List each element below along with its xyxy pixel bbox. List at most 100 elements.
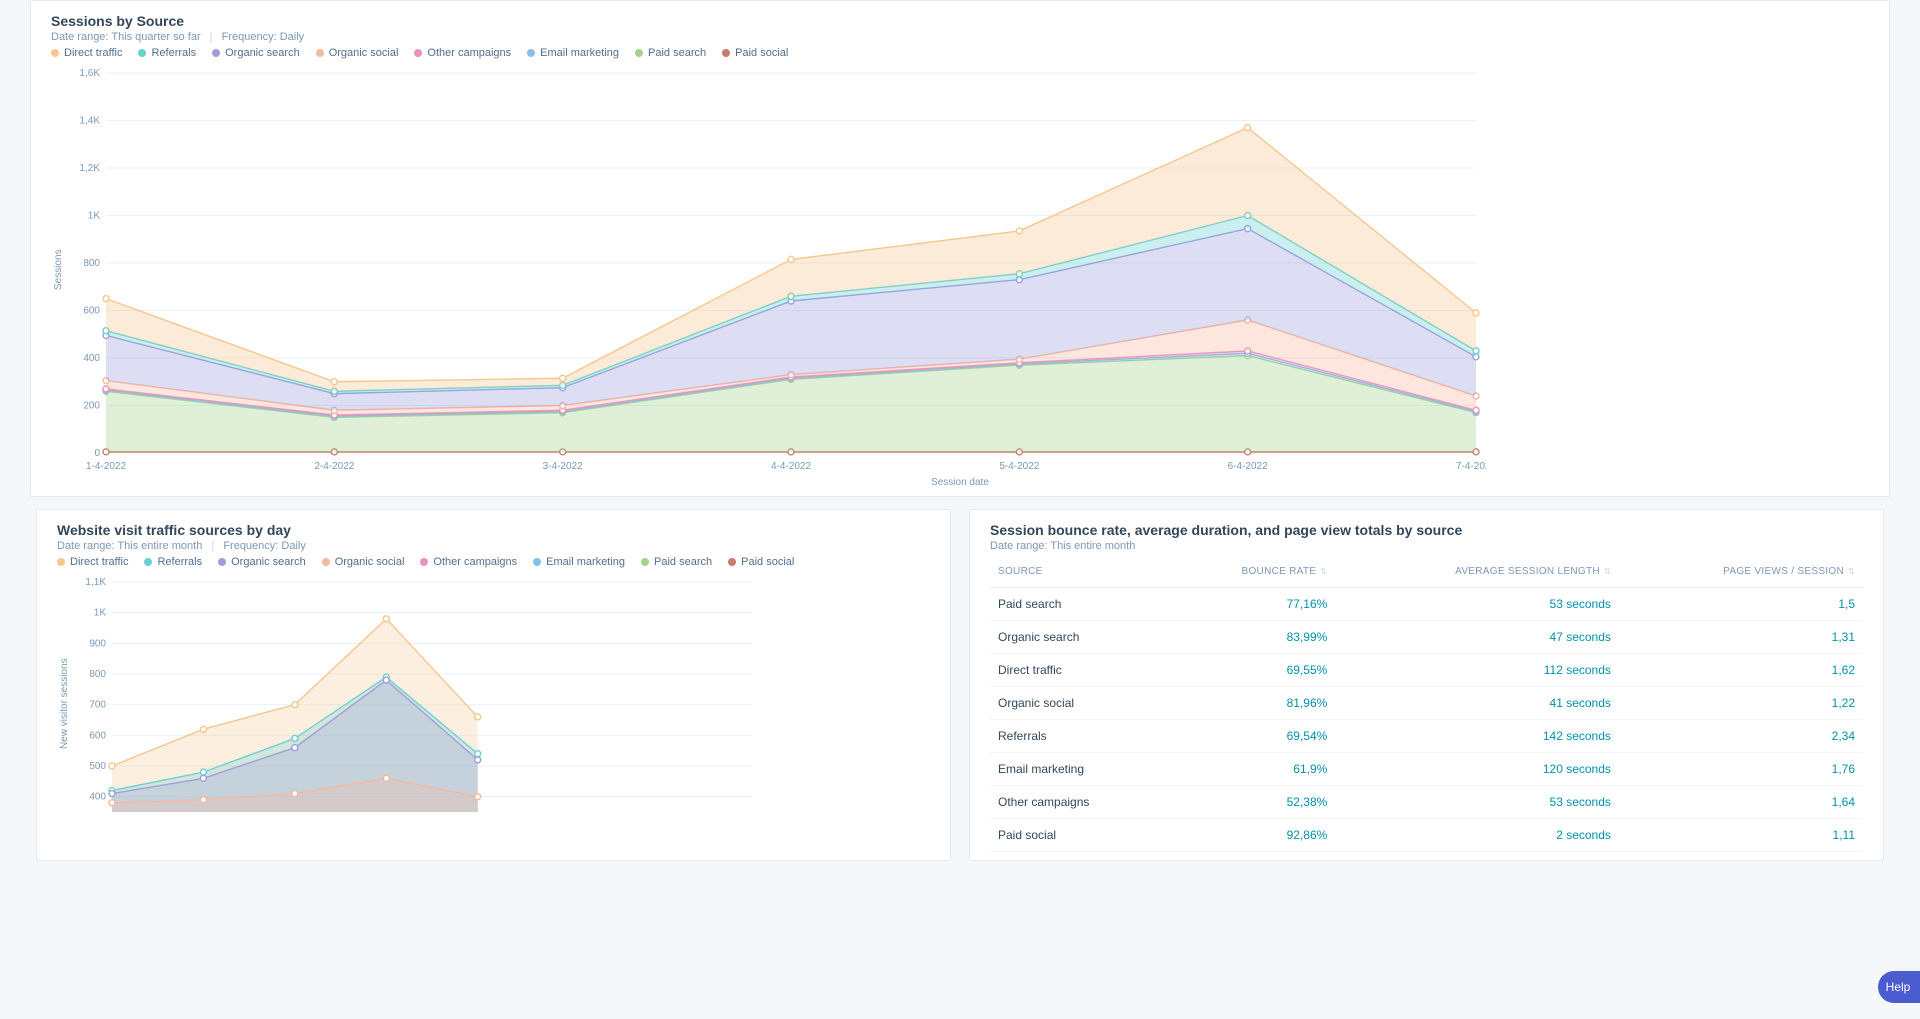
swatch <box>322 558 330 566</box>
legend-label: Paid social <box>741 556 794 568</box>
legend-label: Email marketing <box>546 556 625 568</box>
legend-item-other-campaigns[interactable]: Other campaigns <box>414 47 511 59</box>
svg-text:6-4-2022: 6-4-2022 <box>1228 461 1268 472</box>
table-row[interactable]: Organic social81,96%41 seconds1,22 <box>990 687 1863 720</box>
legend-label: Organic social <box>329 47 399 59</box>
svg-text:7-4-2022: 7-4-2022 <box>1456 461 1486 472</box>
svg-text:4-4-2022: 4-4-2022 <box>771 461 811 472</box>
legend-item-organic-social[interactable]: Organic social <box>316 47 399 59</box>
swatch <box>218 558 226 566</box>
help-button[interactable]: Help <box>1878 971 1920 1003</box>
legend-label: Direct traffic <box>64 47 122 59</box>
legend-item-paid-social[interactable]: Paid social <box>722 47 788 59</box>
bounce-rate-table: SOURCE BOUNCE RATE⇅ AVERAGE SESSION LENG… <box>990 556 1863 852</box>
cell-bounce: 92,86% <box>1167 819 1335 852</box>
cell-source: Email marketing <box>990 753 1167 786</box>
swatch <box>527 49 535 57</box>
svg-text:500: 500 <box>89 761 106 772</box>
x-axis-label: Session date <box>51 477 1869 488</box>
legend-item-email-marketing[interactable]: Email marketing <box>527 47 619 59</box>
swatch <box>414 49 422 57</box>
cell-asl: 53 seconds <box>1335 786 1619 819</box>
legend-item-paid-social[interactable]: Paid social <box>728 556 794 568</box>
table-row[interactable]: Direct traffic69,55%112 seconds1,62 <box>990 654 1863 687</box>
cell-asl: 41 seconds <box>1335 687 1619 720</box>
legend: Direct traffic Referrals Organic search Org… <box>57 556 930 568</box>
cell-source: Organic social <box>990 687 1167 720</box>
legend-item-organic-search[interactable]: Organic search <box>212 47 300 59</box>
svg-text:2-4-2022: 2-4-2022 <box>314 461 354 472</box>
legend-label: Paid search <box>648 47 706 59</box>
panel-title: Website visit traffic sources by day <box>57 522 930 538</box>
legend-label: Organic social <box>335 556 405 568</box>
sessions-chart[interactable]: 02004006008001K1,2K1,4K1,6K1-4-20222-4-2… <box>66 65 1486 475</box>
col-bounce[interactable]: BOUNCE RATE⇅ <box>1167 556 1335 588</box>
swatch <box>635 49 643 57</box>
cell-pvs: 1,11 <box>1619 819 1863 852</box>
sort-icon: ⇅ <box>1848 568 1855 576</box>
y-axis-label: Sessions <box>51 65 66 475</box>
sort-icon: ⇅ <box>1320 568 1327 576</box>
table-row[interactable]: Email marketing61,9%120 seconds1,76 <box>990 753 1863 786</box>
table-row[interactable]: Other campaigns52,38%53 seconds1,64 <box>990 786 1863 819</box>
legend-label: Email marketing <box>540 47 619 59</box>
cell-pvs: 1,62 <box>1619 654 1863 687</box>
panel-title: Sessions by Source <box>51 13 1869 29</box>
cell-source: Paid search <box>990 588 1167 621</box>
cell-asl: 53 seconds <box>1335 588 1619 621</box>
cell-bounce: 61,9% <box>1167 753 1335 786</box>
legend-label: Organic search <box>231 556 306 568</box>
swatch <box>144 558 152 566</box>
legend-item-direct-traffic[interactable]: Direct traffic <box>57 556 128 568</box>
svg-text:700: 700 <box>89 700 106 711</box>
svg-text:1,2K: 1,2K <box>79 163 100 174</box>
col-asl[interactable]: AVERAGE SESSION LENGTH⇅ <box>1335 556 1619 588</box>
cell-source: Direct traffic <box>990 654 1167 687</box>
table-row[interactable]: Paid social92,86%2 seconds1,11 <box>990 819 1863 852</box>
cell-asl: 142 seconds <box>1335 720 1619 753</box>
legend-item-direct-traffic[interactable]: Direct traffic <box>51 47 122 59</box>
cell-pvs: 1,64 <box>1619 786 1863 819</box>
legend-item-organic-social[interactable]: Organic social <box>322 556 405 568</box>
legend-item-referrals[interactable]: Referrals <box>138 47 196 59</box>
cell-source: Paid social <box>990 819 1167 852</box>
table-row[interactable]: Paid search77,16%53 seconds1,5 <box>990 588 1863 621</box>
legend-item-organic-search[interactable]: Organic search <box>218 556 306 568</box>
svg-text:5-4-2022: 5-4-2022 <box>999 461 1039 472</box>
cell-pvs: 1,76 <box>1619 753 1863 786</box>
cell-source: Referrals <box>990 720 1167 753</box>
table-row[interactable]: Organic search83,99%47 seconds1,31 <box>990 621 1863 654</box>
table-row[interactable]: Referrals69,54%142 seconds2,34 <box>990 720 1863 753</box>
svg-text:1K: 1K <box>94 608 107 619</box>
svg-text:1-4-2022: 1-4-2022 <box>86 461 126 472</box>
cell-asl: 47 seconds <box>1335 621 1619 654</box>
svg-text:800: 800 <box>89 669 106 680</box>
cell-bounce: 81,96% <box>1167 687 1335 720</box>
legend-label: Other campaigns <box>433 556 517 568</box>
col-pvs[interactable]: PAGE VIEWS / SESSION⇅ <box>1619 556 1863 588</box>
col-source[interactable]: SOURCE <box>990 556 1167 588</box>
swatch <box>57 558 65 566</box>
swatch <box>420 558 428 566</box>
svg-text:1,6K: 1,6K <box>79 68 100 79</box>
sessions-by-source-panel: Sessions by Source Date range: This quar… <box>30 0 1890 497</box>
legend-label: Paid social <box>735 47 788 59</box>
cell-pvs: 1,22 <box>1619 687 1863 720</box>
svg-text:1,4K: 1,4K <box>79 116 100 127</box>
cell-source: Other campaigns <box>990 786 1167 819</box>
svg-text:800: 800 <box>83 258 100 269</box>
swatch <box>212 49 220 57</box>
legend-item-other-campaigns[interactable]: Other campaigns <box>420 556 517 568</box>
svg-text:600: 600 <box>83 306 100 317</box>
legend-item-paid-search[interactable]: Paid search <box>635 47 706 59</box>
legend-label: Referrals <box>157 556 202 568</box>
svg-text:0: 0 <box>94 448 100 459</box>
traffic-chart[interactable]: 4005006007008009001K1,1K <box>72 574 762 834</box>
svg-text:900: 900 <box>89 638 106 649</box>
legend-item-paid-search[interactable]: Paid search <box>641 556 712 568</box>
cell-asl: 112 seconds <box>1335 654 1619 687</box>
legend-item-email-marketing[interactable]: Email marketing <box>533 556 625 568</box>
legend-item-referrals[interactable]: Referrals <box>144 556 202 568</box>
cell-asl: 120 seconds <box>1335 753 1619 786</box>
panel-subtitle: Date range: This entire month | Frequenc… <box>57 540 930 552</box>
